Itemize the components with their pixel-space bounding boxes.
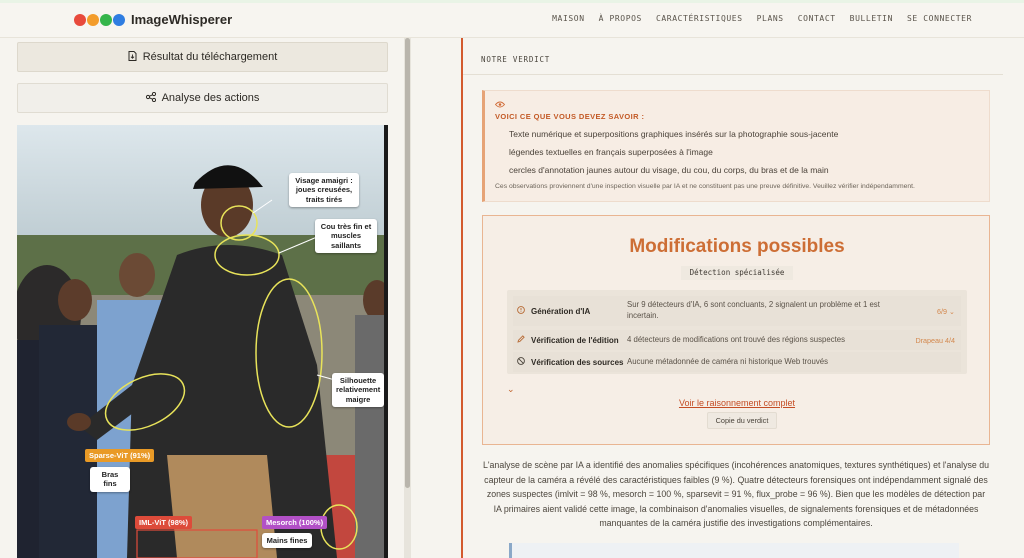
logo-dot-orange [87,13,99,26]
verdict-panel: NOTRE VERDICT VOICI CE QUE VOUS DEVEZ SA… [412,38,1024,558]
logo-dot-red [74,13,86,26]
detector-status: Drapeau 4/4 [915,335,955,345]
possible-modifications-card: Modifications possibles Détection spécia… [482,215,990,445]
detector-description: Aucune métadonnée de caméra ni historiqu… [627,356,828,366]
tag-mesorch: Mesorch (100%) [262,516,328,529]
eye-icon [494,100,506,110]
key-finding-item: légendes textuelles en français superpos… [509,147,713,157]
analyzed-photo: Visage amaigri : joues creusées, traits … [17,125,388,558]
tag-iml-vit: IML-ViT (98%) [135,516,193,529]
top-accent-line [0,0,1024,3]
next-section-card [509,543,959,558]
share-icon [145,91,156,105]
brand-logo[interactable]: ImageWhisperer [74,12,232,27]
nav-newsletter[interactable]: BULLETIN [850,14,893,23]
nav-about[interactable]: À PROPOS [599,14,642,23]
expand-chevron-icon[interactable]: ⌄ [507,384,515,395]
info-circle-icon [517,306,531,316]
detector-row-ai-generation[interactable]: Génération d'IA Sur 9 détecteurs d'IA, 6… [513,296,961,326]
logo-dot-green [100,13,112,26]
detector-row-source-verification[interactable]: Vérification des sources Aucune métadonn… [513,352,961,372]
file-download-icon [128,50,137,64]
pencil-icon [517,335,531,345]
detector-status[interactable]: 6/9 ⌄ [909,307,961,316]
detector-name: Génération d'IA [531,306,591,316]
nav-login[interactable]: SE CONNECTER [907,14,972,23]
key-finding-item: Texte numérique et superpositions graphi… [509,129,839,139]
callout-arms: Bras fins [90,467,130,492]
key-findings-title: VOICI CE QUE VOUS DEVEZ SAVOIR : [495,112,645,121]
tag-sparse-vit: Sparse-ViT (91%) [85,449,155,462]
verdict-divider [463,74,1003,75]
detector-name: Vérification de l'édition [531,335,619,345]
logo-dot-blue [113,13,125,26]
left-scrollbar[interactable] [404,38,411,558]
nav-contact[interactable]: CONTACT [798,14,836,23]
full-reasoning-link[interactable]: Voir le raisonnement complet [483,398,991,408]
top-navigation-bar: ImageWhisperer MAISON À PROPOS CARACTÉRI… [0,0,1024,38]
key-finding-item: cercles d'annotation jaunes autour du vi… [509,165,829,175]
action-analysis-label: Analyse des actions [161,92,260,104]
callout-silhouette: Silhouette relativement maigre [332,373,384,408]
left-panel: Résultat du téléchargement Analyse des a… [0,38,412,558]
nav-home[interactable]: MAISON [552,14,585,23]
detector-table: Génération d'IA Sur 9 détecteurs d'IA, 6… [507,290,967,374]
key-findings-list: Texte numérique et superpositions graphi… [509,129,838,183]
key-findings-disclaimer: Ces observations proviennent d'une inspe… [495,183,915,190]
specialized-detection-badge: Détection spécialisée [681,266,793,280]
detector-description: Sur 9 détecteurs d'IA, 6 sont concluants… [627,300,880,320]
nav-features[interactable]: CARACTÉRISTIQUES [656,14,743,23]
nav-plans[interactable]: PLANS [757,14,784,23]
key-findings-box: VOICI CE QUE VOUS DEVEZ SAVOIR : Texte n… [482,90,990,202]
modifications-title: Modifications possibles [629,236,845,257]
download-result-button[interactable]: Résultat du téléchargement [17,42,388,72]
photo-edge [384,125,388,558]
detector-description: 4 détecteurs de modifications ont trouvé… [627,334,846,344]
detector-name: Vérification des sources [531,357,624,367]
copy-verdict-button[interactable]: Copie du verdict [707,412,777,429]
analysis-summary: L'analyse de scène par IA a identifié de… [482,460,990,529]
verdict-accent-rule [461,38,463,558]
download-result-label: Résultat du téléchargement [142,51,278,63]
action-analysis-button[interactable]: Analyse des actions [17,83,388,113]
callout-hands: Mains fines [262,533,312,549]
callout-neck: Cou très fin et muscles saillants [315,219,377,254]
brand-name: ImageWhisperer [131,12,233,27]
left-scrollbar-thumb[interactable] [405,38,410,488]
detector-row-edit-verification[interactable]: Vérification de l'édition 4 détecteurs d… [513,330,961,350]
callout-face: Visage amaigri : joues creusées, traits … [289,173,359,208]
verdict-heading: NOTRE VERDICT [481,55,551,64]
ban-icon [517,357,531,367]
main-nav: MAISON À PROPOS CARACTÉRISTIQUES PLANS C… [538,14,972,23]
